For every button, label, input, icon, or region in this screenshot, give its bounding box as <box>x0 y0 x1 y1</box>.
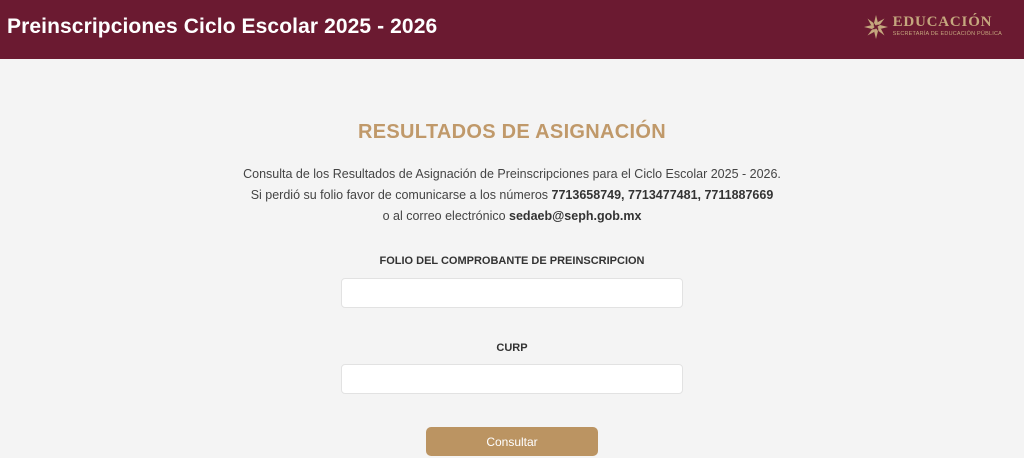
folio-input[interactable] <box>341 278 683 308</box>
logo-sub-text: SECRETARÍA DE EDUCACIÓN PÚBLICA <box>892 31 1002 38</box>
email-prefix: o al correo electrónico <box>382 209 510 223</box>
phone-numbers: 7713658749, 7713477481, 7711887669 <box>551 188 774 202</box>
top-header: Preinscripciones Ciclo Escolar 2025 - 20… <box>0 0 1024 59</box>
educacion-logo[interactable]: EDUCACIÓN SECRETARÍA DE EDUCACIÓN PÚBLIC… <box>863 14 1002 40</box>
phones-prefix: Si perdió su folio favor de comunicarse … <box>250 188 552 202</box>
header-title: Preinscripciones Ciclo Escolar 2025 - 20… <box>7 14 438 38</box>
main-content: RESULTADOS DE ASIGNACIÓN Consulta de los… <box>0 59 1024 458</box>
folio-label: FOLIO DEL COMPROBANTE DE PREINSCRIPCION <box>379 255 645 267</box>
consultar-button[interactable]: Consultar <box>426 427 598 456</box>
description-line-3: o al correo electrónico sedaeb@seph.gob.… <box>0 206 1024 227</box>
logo-main-text: EDUCACIÓN <box>892 14 993 31</box>
star-flower-icon <box>863 14 888 39</box>
contact-email: sedaeb@seph.gob.mx <box>509 209 642 223</box>
logo-text: EDUCACIÓN SECRETARÍA DE EDUCACIÓN PÚBLIC… <box>893 15 1002 38</box>
page-title: RESULTADOS DE ASIGNACIÓN <box>358 121 666 143</box>
description-line-2: Si perdió su folio favor de comunicarse … <box>0 185 1024 206</box>
description-line-1: Consulta de los Resultados de Asignación… <box>243 167 781 181</box>
curp-label: CURP <box>496 342 528 354</box>
curp-input[interactable] <box>341 364 683 394</box>
description: Consulta de los Resultados de Asignación… <box>0 164 1024 227</box>
